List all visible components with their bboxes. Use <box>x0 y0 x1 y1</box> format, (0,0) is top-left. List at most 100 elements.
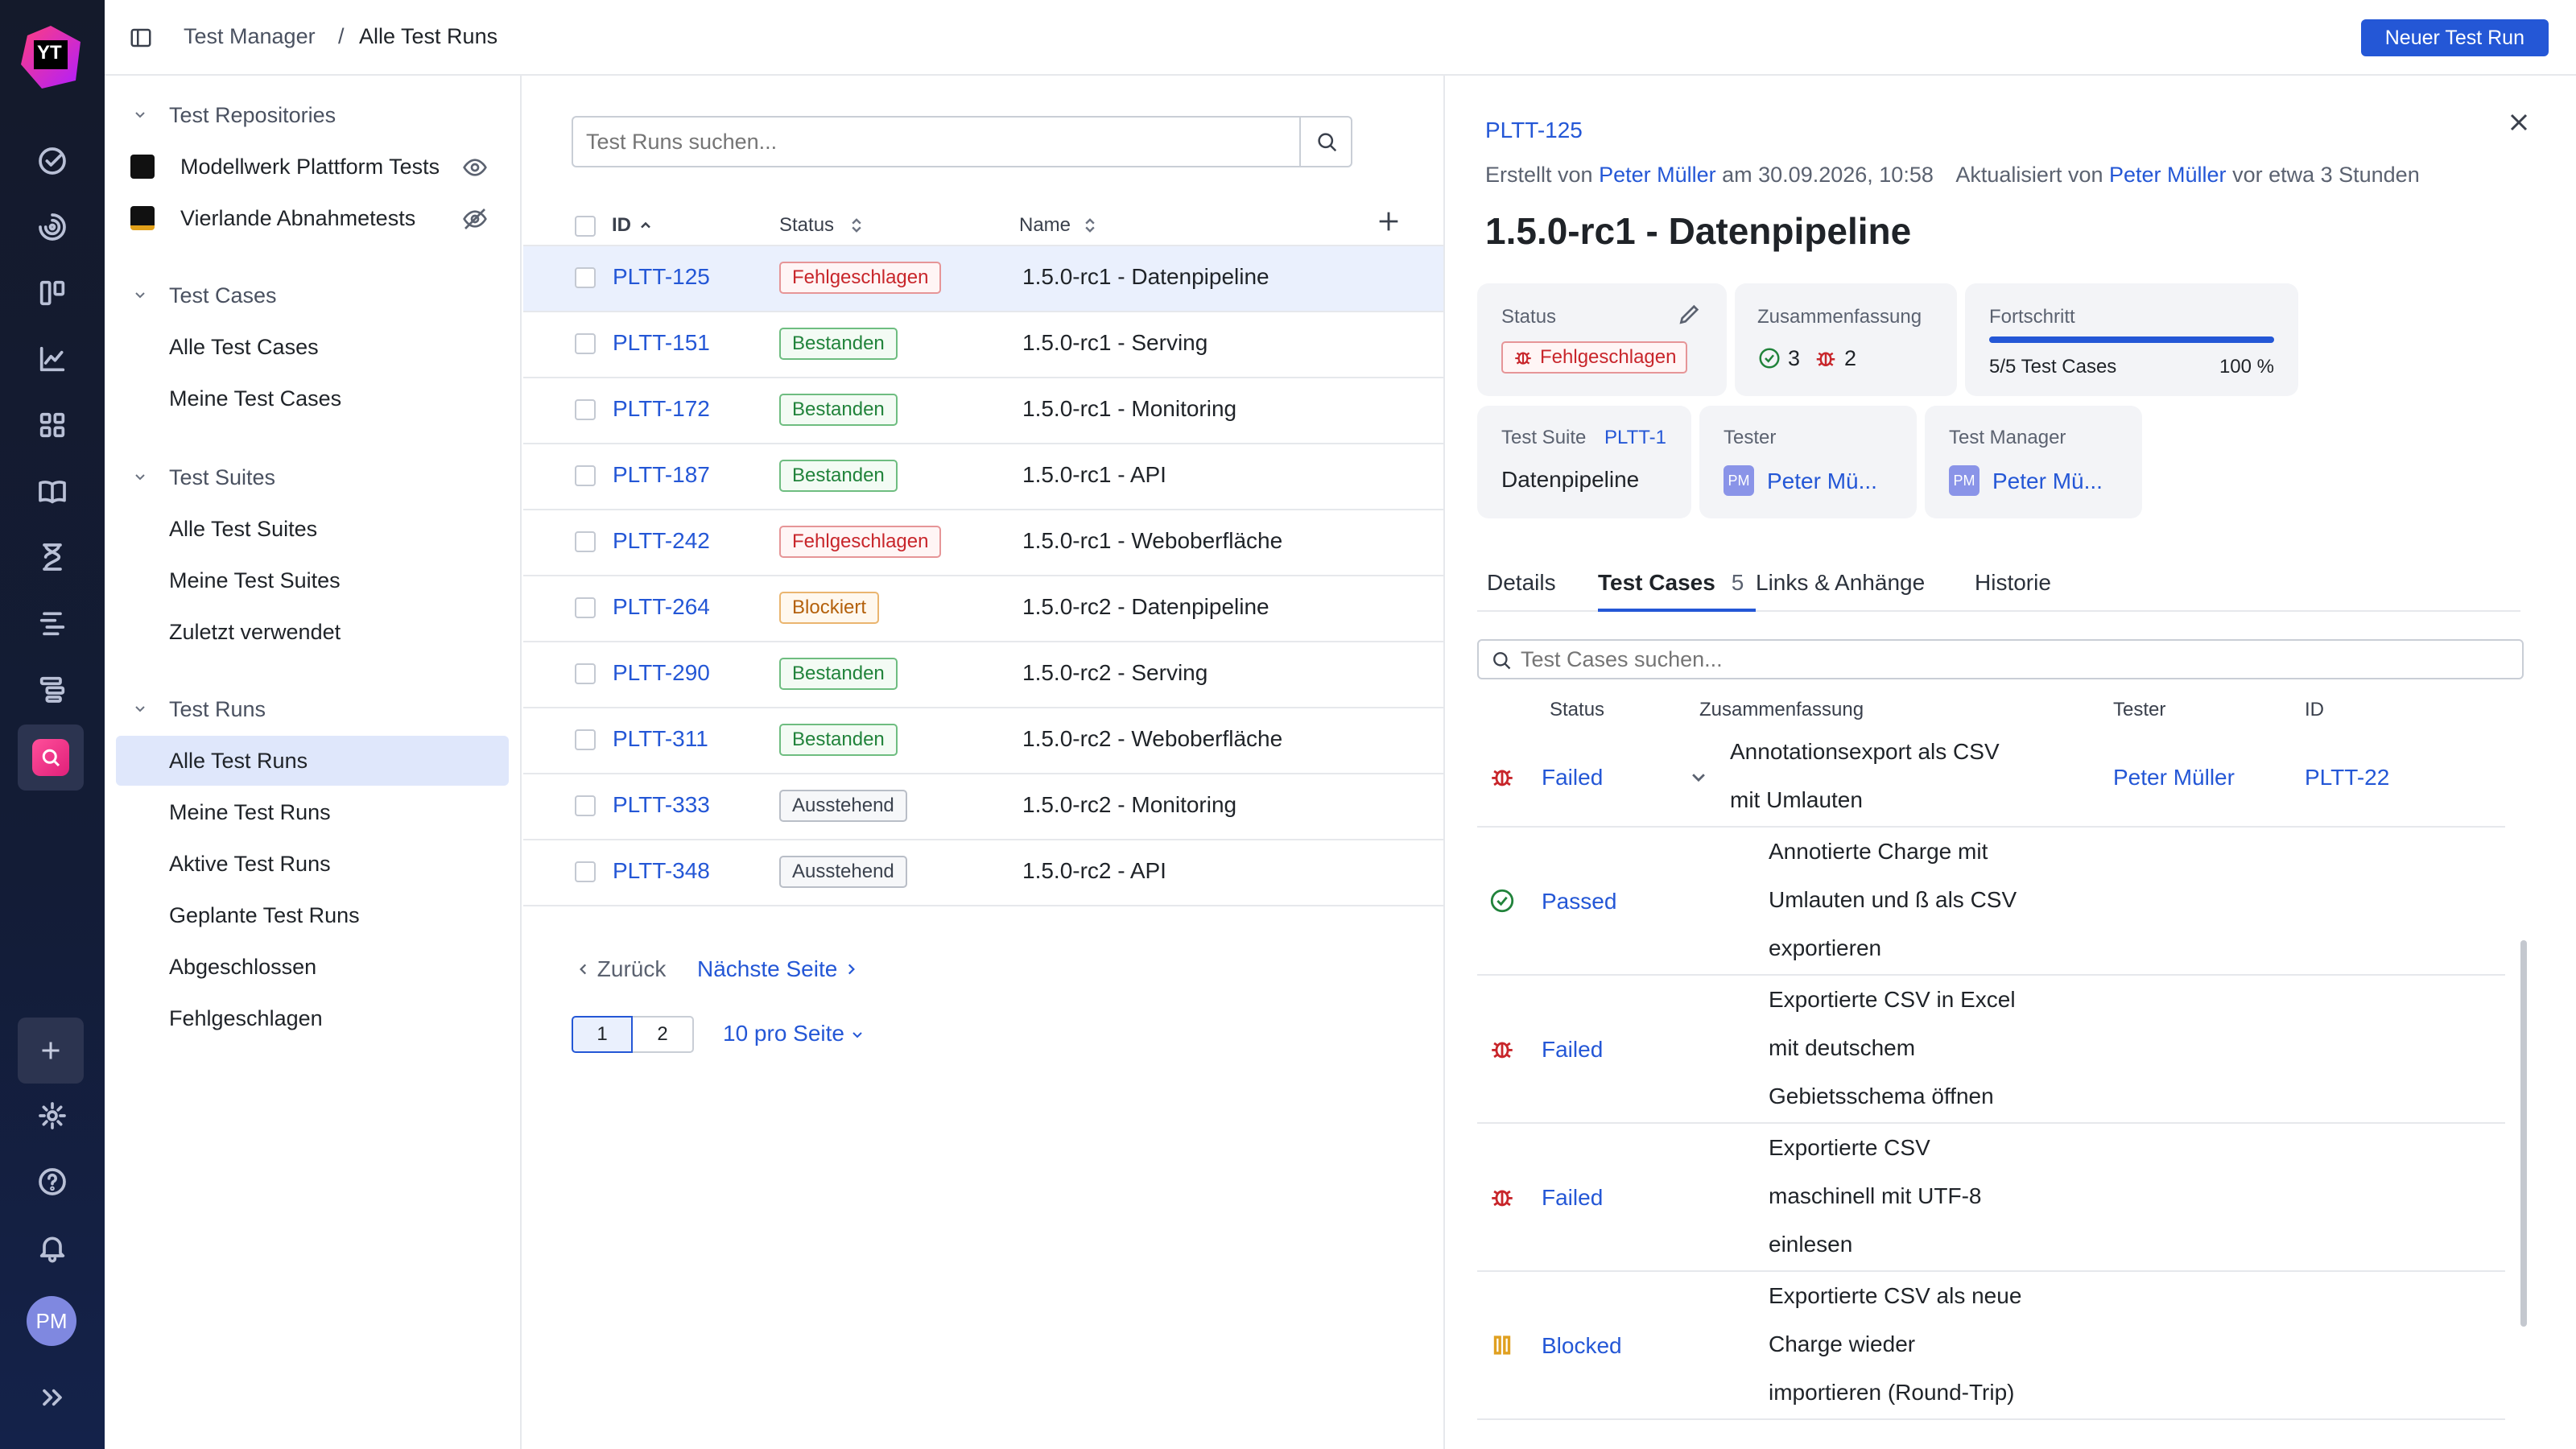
test-case-tester-link[interactable]: Peter Müller <box>2113 765 2235 791</box>
tester-link[interactable]: Peter Mü... <box>1767 469 1877 494</box>
table-row[interactable]: PLTT-125 Fehlgeschlagen 1.5.0-rc1 - Datenp… <box>523 246 1443 312</box>
nav-recently-used[interactable]: Zuletzt verwendet <box>116 607 509 657</box>
page-2-button[interactable]: 2 <box>633 1016 694 1053</box>
row-checkbox[interactable] <box>575 861 596 882</box>
eye-off-icon[interactable] <box>462 206 488 232</box>
row-checkbox[interactable] <box>575 399 596 420</box>
test-case-status[interactable]: Failed <box>1542 1037 1603 1063</box>
tc-col-id[interactable]: ID <box>2305 699 2324 721</box>
new-test-run-button[interactable]: Neuer Test Run <box>2360 19 2549 56</box>
nav-active-test-runs[interactable]: Aktive Test Runs <box>116 839 509 889</box>
column-header-status[interactable]: Status <box>779 214 834 237</box>
creator-link[interactable]: Peter Müller <box>1599 163 1716 187</box>
row-id-link[interactable]: PLTT-333 <box>613 792 710 818</box>
table-row[interactable]: PLTT-187 Bestanden 1.5.0-rc1 - API <box>523 444 1443 510</box>
nav-all-test-suites[interactable]: Alle Test Suites <box>116 504 509 554</box>
tc-col-tester[interactable]: Tester <box>2113 699 2165 721</box>
chart-icon[interactable] <box>33 340 72 378</box>
prev-page-link[interactable]: Zurück <box>576 956 666 982</box>
nav-all-test-runs[interactable]: Alle Test Runs <box>116 736 509 786</box>
breadcrumb-root[interactable]: Test Manager <box>184 24 316 49</box>
next-page-link[interactable]: Nächste Seite <box>697 956 858 982</box>
row-checkbox[interactable] <box>575 729 596 750</box>
row-checkbox[interactable] <box>575 333 596 354</box>
tc-search-input[interactable] <box>1521 641 2511 678</box>
suite-id-link[interactable]: PLTT-1 <box>1604 427 1666 449</box>
test-case-status[interactable]: Blocked <box>1542 1333 1622 1359</box>
column-header-id[interactable]: ID <box>612 214 631 237</box>
row-checkbox[interactable] <box>575 597 596 618</box>
table-row[interactable]: PLTT-264 Blockiert 1.5.0-rc2 - Datenpipeli… <box>523 576 1443 642</box>
tab-details[interactable]: Details <box>1487 570 1556 596</box>
test-case-id-link[interactable]: PLTT-22 <box>2305 765 2389 791</box>
sort-icon[interactable] <box>1082 216 1098 235</box>
sort-icon[interactable] <box>848 216 865 235</box>
row-id-link[interactable]: PLTT-172 <box>613 396 710 422</box>
hourglass-icon[interactable] <box>33 538 72 576</box>
per-page-select[interactable]: 10 pro Seite <box>723 1021 864 1046</box>
row-checkbox[interactable] <box>575 267 596 288</box>
row-checkbox[interactable] <box>575 663 596 684</box>
tc-col-status[interactable]: Status <box>1550 699 1604 721</box>
help-icon[interactable] <box>33 1162 72 1201</box>
updater-link[interactable]: Peter Müller <box>2109 163 2227 187</box>
search-button[interactable] <box>1299 118 1352 166</box>
row-id-link[interactable]: PLTT-348 <box>613 858 710 884</box>
row-id-link[interactable]: PLTT-311 <box>613 726 708 752</box>
test-case-status[interactable]: Failed <box>1542 1185 1603 1211</box>
table-row[interactable]: PLTT-311 Bestanden 1.5.0-rc2 - Weboberfläc… <box>523 708 1443 774</box>
search-input[interactable] <box>573 118 1298 166</box>
gear-icon[interactable] <box>33 1096 72 1135</box>
row-id-link[interactable]: PLTT-125 <box>613 264 710 290</box>
eye-icon[interactable] <box>462 155 488 180</box>
tab-history[interactable]: Historie <box>1975 570 2051 596</box>
test-case-row[interactable]: Failed Exportierte CSV in Excel mit deutsc… <box>1477 976 2505 1124</box>
table-row[interactable]: PLTT-348 Ausstehend 1.5.0-rc2 - API <box>523 840 1443 906</box>
row-id-link[interactable]: PLTT-264 <box>613 594 710 620</box>
nav-planned-test-runs[interactable]: Geplante Test Runs <box>116 890 509 940</box>
table-row[interactable]: PLTT-151 Bestanden 1.5.0-rc1 - Serving <box>523 312 1443 378</box>
page-1-button[interactable]: 1 <box>572 1016 633 1053</box>
row-id-link[interactable]: PLTT-290 <box>613 660 710 686</box>
test-case-status[interactable]: Passed <box>1542 889 1616 914</box>
sort-ascending-icon[interactable] <box>638 217 654 233</box>
select-all-checkbox[interactable] <box>575 216 596 237</box>
test-case-row[interactable]: Blocked Exportierte CSV als neue Charge wi… <box>1477 1272 2505 1420</box>
board-icon[interactable] <box>33 274 72 312</box>
repo-item-vierlande[interactable]: Vierlande Abnahmetests <box>116 193 509 243</box>
add-icon[interactable] <box>18 1018 84 1084</box>
row-id-link[interactable]: PLTT-151 <box>613 330 710 356</box>
spiral-icon[interactable] <box>33 208 72 246</box>
row-id-link[interactable]: PLTT-187 <box>613 462 710 488</box>
dashboard-icon[interactable] <box>33 406 72 444</box>
test-case-row[interactable]: Passed Annotierte Charge mit Umlauten und … <box>1477 828 2505 976</box>
tree-icon[interactable] <box>33 670 72 708</box>
row-checkbox[interactable] <box>575 531 596 552</box>
row-id-link[interactable]: PLTT-242 <box>613 528 710 554</box>
tab-links-attachments[interactable]: Links & Anhänge <box>1756 570 1925 596</box>
detail-id-link[interactable]: PLTT-125 <box>1485 118 1583 143</box>
test-case-row[interactable]: Failed Exportierte CSV maschinell mit UTF-… <box>1477 1124 2505 1272</box>
edit-pencil-icon[interactable] <box>1677 301 1703 327</box>
chevron-down-icon[interactable] <box>1690 768 1707 786</box>
tab-test-cases[interactable]: Test Cases 5 <box>1598 570 1744 596</box>
add-column-icon[interactable] <box>1375 208 1402 235</box>
test-manager-app-icon[interactable] <box>18 724 84 791</box>
row-checkbox[interactable] <box>575 795 596 816</box>
timeline-icon[interactable] <box>33 604 72 642</box>
tc-col-summary[interactable]: Zusammenfassung <box>1699 699 1864 721</box>
test-case-row[interactable]: Failed Annotationsexport als CSV mit Umlau… <box>1477 728 2505 828</box>
notifications-bell-icon[interactable] <box>33 1228 72 1267</box>
app-logo[interactable]: YT <box>18 24 84 90</box>
expand-double-chevron-icon[interactable] <box>33 1378 72 1417</box>
nav-completed[interactable]: Abgeschlossen <box>116 942 509 992</box>
user-avatar[interactable]: PM <box>27 1296 76 1346</box>
nav-failed[interactable]: Fehlgeschlagen <box>116 993 509 1043</box>
test-case-status[interactable]: Failed <box>1542 765 1603 791</box>
table-row[interactable]: PLTT-172 Bestanden 1.5.0-rc1 - Monitoring <box>523 378 1443 444</box>
knowledge-book-icon[interactable] <box>33 472 72 510</box>
nav-my-test-suites[interactable]: Meine Test Suites <box>116 555 509 605</box>
checkmark-circle-icon[interactable] <box>33 142 72 180</box>
nav-my-test-runs[interactable]: Meine Test Runs <box>116 787 509 837</box>
table-row[interactable]: PLTT-290 Bestanden 1.5.0-rc2 - Serving <box>523 642 1443 708</box>
